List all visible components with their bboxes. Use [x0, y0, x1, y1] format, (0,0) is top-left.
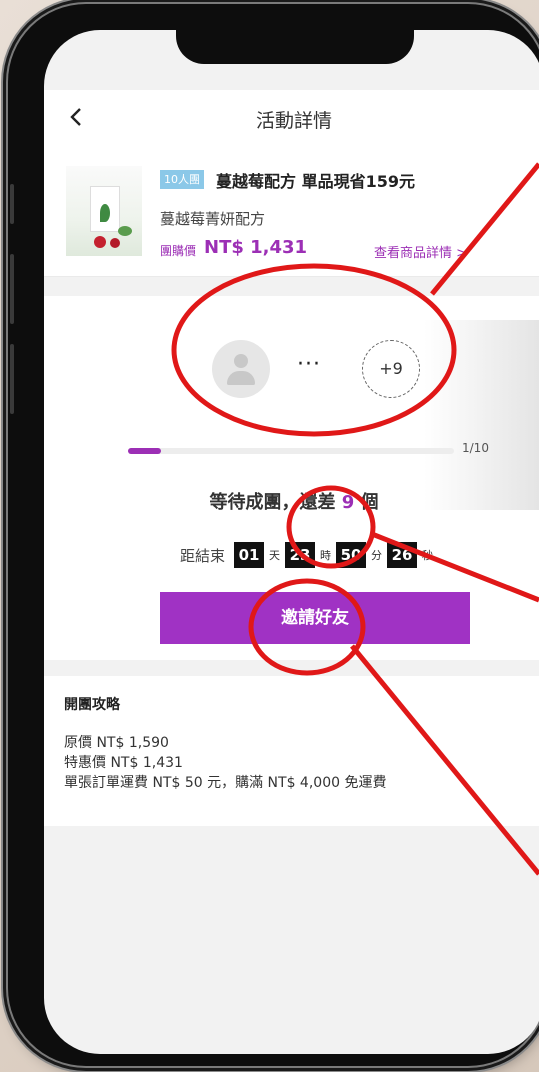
group-progress-bar [128, 448, 454, 454]
notch [176, 30, 414, 64]
waiting-status: 等待成團，還差 9 個 [44, 488, 539, 514]
countdown-seconds: 26 [387, 542, 418, 568]
special-price-text: 特惠價 NT$ 1,431 [64, 755, 183, 771]
volume-up-button [10, 254, 14, 324]
minutes-unit: 分 [371, 549, 383, 562]
countdown-timer: 距結束 01 天 23 時 50 分 26 秒 [180, 540, 433, 570]
countdown-days: 01 [234, 542, 265, 568]
waiting-count: 9 [341, 492, 355, 513]
group-progress-fill [128, 448, 161, 454]
product-title: 蔓越莓配方 單品現省159元 [216, 172, 415, 191]
phone-frame: 活動詳情 10人團 蔓越莓配方 單品現省159元 蔓越莓菁妍配方 團購價 NT$… [8, 4, 539, 1066]
invite-friends-button[interactable]: 邀請好友 [160, 592, 470, 644]
product-card[interactable]: 10人團 蔓越莓配方 單品現省159元 蔓越莓菁妍配方 團購價 NT$ 1,43… [44, 146, 539, 277]
view-product-details-link[interactable]: 查看商品詳情 > [374, 242, 467, 261]
price-label: 團購價 [160, 244, 197, 258]
seconds-unit: 秒 [422, 549, 434, 562]
shipping-info-text: 單張訂單運費 NT$ 50 元，購滿 NT$ 4,000 免運費 [64, 775, 387, 791]
group-buy-panel: ··· +9 1/10 等待成團，還差 9 個 距結束 01 天 23 時 50… [44, 296, 539, 660]
countdown-minutes: 50 [336, 542, 367, 568]
countdown-hours: 23 [285, 542, 316, 568]
hours-unit: 時 [320, 549, 332, 562]
group-progress-text: 1/10 [462, 441, 489, 455]
group-price: NT$ 1,431 [204, 237, 308, 258]
avatar [212, 340, 270, 398]
screen: 活動詳情 10人團 蔓越莓配方 單品現省159元 蔓越莓菁妍配方 團購價 NT$… [44, 30, 539, 1054]
original-price-text: 原價 NT$ 1,590 [64, 735, 169, 751]
panel-shade [424, 320, 539, 510]
countdown-label: 距結束 [180, 546, 226, 565]
person-icon [234, 354, 248, 368]
group-size-badge: 10人團 [160, 170, 204, 189]
remaining-members-badge: +9 [362, 340, 420, 398]
waiting-prefix: 等待成團，還差 [209, 492, 336, 513]
mute-switch [10, 184, 14, 224]
product-subtitle: 蔓越莓菁妍配方 [160, 210, 266, 228]
more-members-ellipsis: ··· [297, 352, 321, 377]
guide-title: 開團攻略 [64, 697, 120, 713]
page-title: 活動詳情 [255, 110, 332, 132]
nav-header: 活動詳情 [44, 90, 539, 146]
volume-down-button [10, 344, 14, 414]
days-unit: 天 [269, 549, 281, 562]
group-guide-section: 開團攻略 原價 NT$ 1,590 特惠價 NT$ 1,431 單張訂單運費 N… [44, 676, 539, 826]
waiting-suffix: 個 [360, 492, 379, 513]
product-thumbnail[interactable] [66, 166, 142, 256]
